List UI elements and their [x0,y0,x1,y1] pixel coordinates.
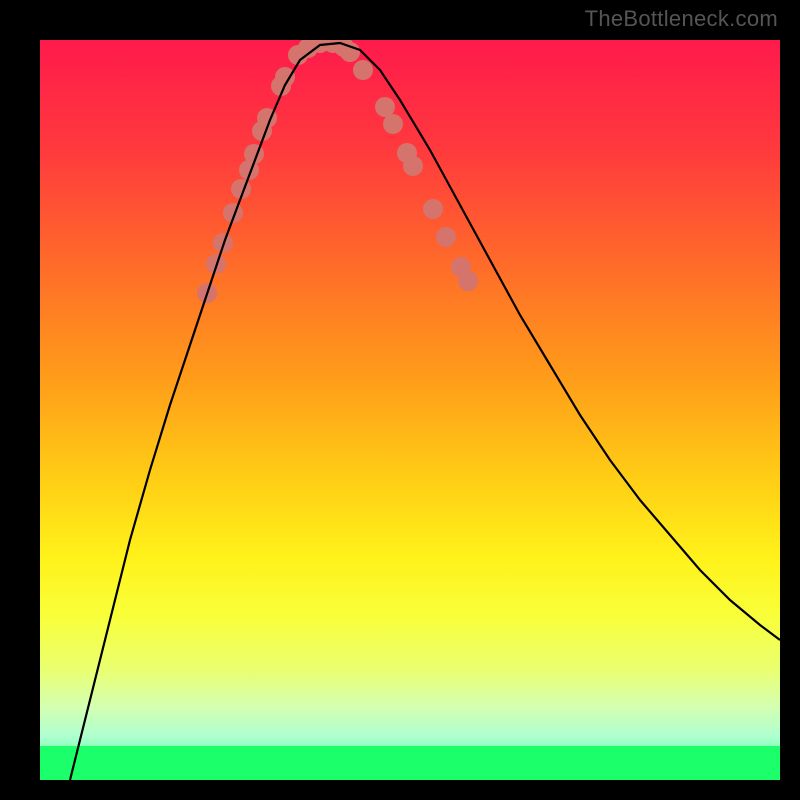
bottleneck-curve [70,43,780,780]
highlight-point [403,156,423,176]
watermark-text: TheBottleneck.com [585,6,778,32]
plot-area [40,40,780,780]
highlight-point [353,60,373,80]
highlight-point [458,271,478,291]
highlight-point [436,227,456,247]
highlight-markers [197,40,478,303]
chart-frame: TheBottleneck.com [0,0,800,800]
highlight-point [383,114,403,134]
highlight-point [375,97,395,117]
highlight-point [423,199,443,219]
curve-layer [40,40,780,780]
